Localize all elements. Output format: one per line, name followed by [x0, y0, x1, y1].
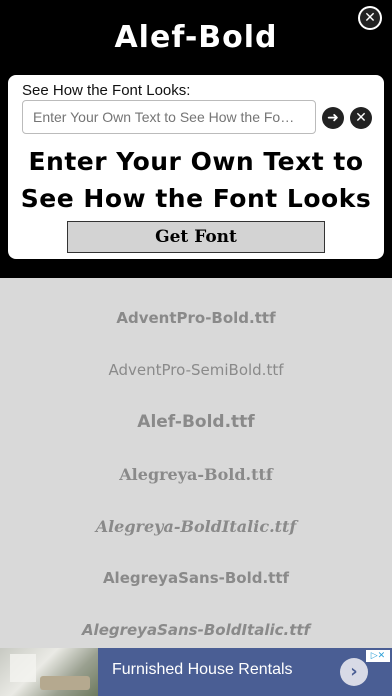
- arrow-right-icon: ➜: [327, 110, 339, 126]
- header: Alef-Bold ✕ See How the Font Looks: ➜ ✕ …: [0, 0, 392, 278]
- font-list-item[interactable]: AlegreyaSans-Bold.ttf: [0, 552, 392, 604]
- font-list-item[interactable]: Alef-Bold.ttf: [0, 396, 392, 448]
- font-list-item[interactable]: AdventPro-SemiBold.ttf: [0, 344, 392, 396]
- preview-line-1: Enter Your Own Text to: [28, 147, 364, 176]
- font-preview-text: Enter Your Own Text to See How the Font …: [8, 143, 384, 217]
- ad-text: Furnished House Rentals: [112, 661, 293, 678]
- font-list-item[interactable]: Alegreya-BoldItalic.ttf: [0, 500, 392, 552]
- preview-prompt-label: See How the Font Looks:: [22, 82, 191, 99]
- get-font-button[interactable]: Get Font: [67, 221, 325, 253]
- custom-text-input[interactable]: [22, 100, 316, 134]
- font-list-item[interactable]: AdventPro-Bold.ttf: [0, 292, 392, 344]
- clear-text-button[interactable]: ✕: [350, 107, 372, 129]
- apply-text-button[interactable]: ➜: [322, 107, 344, 129]
- chevron-right-icon[interactable]: ›: [340, 658, 368, 686]
- close-button[interactable]: ✕: [358, 6, 382, 30]
- preview-line-2: See How the Font Looks: [20, 184, 372, 213]
- font-list: AdventPro-Bold.ttf AdventPro-SemiBold.tt…: [0, 292, 392, 656]
- page-title: Alef-Bold: [114, 20, 278, 55]
- ad-choices-icon[interactable]: ▷✕: [366, 650, 390, 662]
- close-icon: ✕: [360, 8, 380, 28]
- ad-banner[interactable]: Furnished House Rentals › ▷✕: [0, 648, 392, 696]
- font-list-item[interactable]: Alegreya-Bold.ttf: [0, 448, 392, 500]
- clear-icon: ✕: [355, 110, 367, 126]
- ad-image: [0, 648, 98, 696]
- font-preview-panel: See How the Font Looks: ➜ ✕ Enter Your O…: [8, 75, 384, 259]
